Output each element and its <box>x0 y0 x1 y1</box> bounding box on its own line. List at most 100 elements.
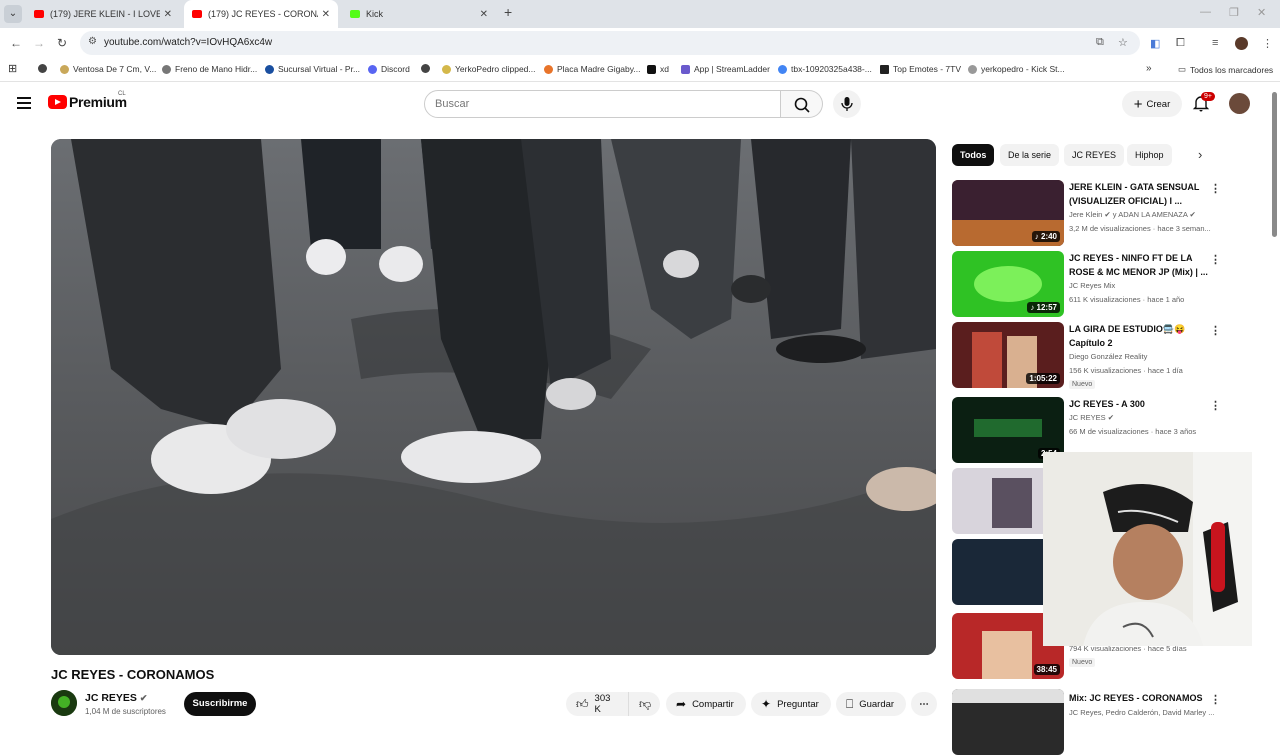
more-vertical-icon[interactable]: ⋮ <box>1210 253 1221 266</box>
recommendation-channel[interactable]: JC Reyes Mix <box>1069 281 1115 290</box>
new-badge: Nuevo <box>1069 380 1096 389</box>
bookmark-item[interactable]: Ventosa De 7 Cm, V... <box>60 64 156 74</box>
ask-button[interactable]: ✦ Preguntar <box>751 692 831 716</box>
apps-icon[interactable]: ⊞ <box>8 62 17 75</box>
more-vertical-icon[interactable]: ⋮ <box>1210 399 1221 412</box>
bookmark-favicon <box>162 64 171 74</box>
channel-name[interactable]: JC REYES ✔ <box>85 692 147 704</box>
minimize-icon[interactable]: — <box>1200 6 1211 18</box>
chip-hiphop[interactable]: Hiphop <box>1127 144 1172 166</box>
install-icon[interactable]: ⧉ <box>1096 36 1104 49</box>
restore-icon[interactable]: ❐ <box>1229 6 1239 19</box>
bookmark-item[interactable] <box>38 64 51 73</box>
account-avatar[interactable] <box>1229 93 1250 114</box>
site-info-icon[interactable]: ⚙ <box>88 36 97 47</box>
reload-icon[interactable]: ↻ <box>57 36 67 50</box>
youtube-premium-logo[interactable]: Premium CL <box>48 91 127 110</box>
recommendation-title[interactable]: Mix: JC REYES - CORONAMOS <box>1069 691 1209 705</box>
back-icon[interactable]: ← <box>10 36 22 50</box>
chevron-right-icon[interactable]: › <box>1198 147 1202 162</box>
menu-icon[interactable] <box>17 97 31 109</box>
browser-menu-icon[interactable]: ⋮ <box>1262 37 1273 50</box>
search-input[interactable]: Buscar <box>424 90 781 118</box>
new-tab-button[interactable]: + <box>504 4 512 20</box>
recommendation-item[interactable]: Mix: JC REYES - CORONAMOS JC Reyes, Pedr… <box>952 689 1221 755</box>
like-button[interactable]: 👍︎ 303 K <box>566 692 628 716</box>
more-actions-button[interactable]: ⋯ <box>911 692 937 716</box>
recommendation-title[interactable]: JERE KLEIN - GATA SENSUAL (VISUALIZER OF… <box>1069 180 1209 208</box>
bookmark-label: Top Emotes - 7TV <box>893 64 962 74</box>
bookmark-item[interactable]: YerkoPedro clipped... <box>442 64 536 74</box>
bookmark-star-icon[interactable]: ☆ <box>1118 36 1128 49</box>
search-button[interactable] <box>781 90 823 118</box>
video-thumbnail[interactable]: ♪ 2:40 <box>952 180 1064 246</box>
extensions-icon[interactable]: ⧠ <box>1176 37 1185 50</box>
address-bar-row: ← → ↻ ⚙ youtube.com/watch?v=IOvHQA6xc4w … <box>0 28 1280 58</box>
video-thumbnail[interactable] <box>952 689 1064 755</box>
recommendation-item[interactable]: 1:05:22 LA GIRA DE ESTUDIO🚍😝 Capítulo 2 … <box>952 322 1221 389</box>
recommendation-channel[interactable]: JC Reyes, Pedro Calderón, David Marley .… <box>1069 708 1214 717</box>
bookmark-label: Placa Madre Gigaby... <box>557 64 641 74</box>
chip-jc-reyes[interactable]: JC REYES <box>1064 144 1125 166</box>
bookmark-item[interactable]: Top Emotes - 7TV <box>880 64 961 74</box>
profile-avatar[interactable] <box>1235 37 1248 50</box>
close-icon[interactable]: ✕ <box>322 9 330 20</box>
translate-icon[interactable]: ◧ <box>1150 37 1160 50</box>
recommendation-channel[interactable]: JC REYES ✔ <box>1069 413 1114 422</box>
all-bookmarks-folder[interactable]: ▭ Todos los marcadores <box>1178 64 1273 75</box>
window-close-icon[interactable]: ✕ <box>1257 6 1266 19</box>
share-button[interactable]: ➦ Compartir <box>666 692 746 716</box>
browser-tab-active[interactable]: (179) JC REYES - CORONAMOS ✕ <box>184 0 338 28</box>
recommendation-title[interactable]: JC REYES - NINFO FT DE LA ROSE & MC MENO… <box>1069 251 1209 279</box>
subscribe-button[interactable]: Suscribirme <box>184 692 256 716</box>
recommendation-meta: 66 M de visualizaciones · hace 3 años <box>1069 427 1197 436</box>
tab-title: (179) JC REYES - CORONAMOS <box>208 9 318 19</box>
recommendation-channel[interactable]: Diego González Reality <box>1069 352 1147 361</box>
media-icon[interactable]: ≡ <box>1212 37 1218 49</box>
page-scrollbar[interactable] <box>1272 92 1277 237</box>
bookmark-item[interactable]: Placa Madre Gigaby... <box>544 64 640 74</box>
browser-tab[interactable]: (179) JERE KLEIN - I LOVE YOU [ ✕ <box>26 0 180 28</box>
video-player[interactable] <box>51 139 936 655</box>
more-vertical-icon[interactable]: ⋮ <box>1210 324 1221 337</box>
video-thumbnail[interactable]: ♪ 12:57 <box>952 251 1064 317</box>
kick-icon <box>350 10 360 18</box>
dislike-button[interactable]: 👎︎ <box>628 692 660 716</box>
recommendation-title[interactable]: JC REYES - A 300 <box>1069 397 1209 411</box>
voice-search-button[interactable] <box>833 90 861 118</box>
bookmark-item[interactable]: Sucursal Virtual - Pr... <box>265 64 360 74</box>
bookmark-item[interactable] <box>421 64 434 73</box>
tab-search-button[interactable]: ⌄ <box>4 5 22 23</box>
kick-icon <box>647 64 656 74</box>
browser-tab[interactable]: Kick ✕ <box>342 0 496 28</box>
url-text[interactable]: youtube.com/watch?v=IOvHQA6xc4w <box>104 37 272 48</box>
bookmark-item[interactable]: xd <box>647 64 669 74</box>
bookmark-item[interactable]: yerkopedro - Kick St... <box>968 64 1065 74</box>
close-icon[interactable]: ✕ <box>164 9 172 20</box>
new-badge: Nuevo <box>1069 658 1096 667</box>
video-frame <box>51 139 936 655</box>
chip-todos[interactable]: Todos <box>952 144 995 166</box>
forward-icon[interactable]: → <box>33 36 45 50</box>
create-button[interactable]: + Crear <box>1122 91 1182 117</box>
bookmark-item[interactable]: Freno de Mano Hidr... <box>162 64 257 74</box>
bookmark-label: yerkopedro - Kick St... <box>981 64 1065 74</box>
bookmark-item[interactable]: App | StreamLadder <box>681 64 770 74</box>
recommendation-item[interactable]: ♪ 12:57 JC REYES - NINFO FT DE LA ROSE &… <box>952 251 1221 317</box>
close-icon[interactable]: ✕ <box>480 9 488 20</box>
recommendation-item[interactable]: ♪ 2:40 JERE KLEIN - GATA SENSUAL (VISUAL… <box>952 180 1221 246</box>
omnibox[interactable]: ⚙ youtube.com/watch?v=IOvHQA6xc4w ⧉ ☆ <box>80 31 1140 55</box>
bookmark-label: Sucursal Virtual - Pr... <box>278 64 361 74</box>
video-thumbnail[interactable]: 1:05:22 <box>952 322 1064 388</box>
bookmark-item[interactable]: tbx-10920325a438-... <box>778 64 872 74</box>
channel-avatar[interactable] <box>51 690 77 716</box>
bookmark-item[interactable]: Discord <box>368 64 410 74</box>
recommendation-channel[interactable]: Jere Klein ✔ y ADAN LA AMENAZA ✔ <box>1069 210 1196 219</box>
more-vertical-icon[interactable]: ⋮ <box>1210 182 1221 195</box>
chip-de-la-serie[interactable]: De la serie <box>1000 144 1060 166</box>
more-bookmarks-button[interactable]: » <box>1146 63 1152 74</box>
save-button[interactable]: ⎕ Guardar <box>836 692 906 716</box>
save-label: Guardar <box>859 698 895 710</box>
recommendation-title[interactable]: LA GIRA DE ESTUDIO🚍😝 Capítulo 2 <box>1069 322 1209 350</box>
more-vertical-icon[interactable]: ⋮ <box>1210 693 1221 706</box>
